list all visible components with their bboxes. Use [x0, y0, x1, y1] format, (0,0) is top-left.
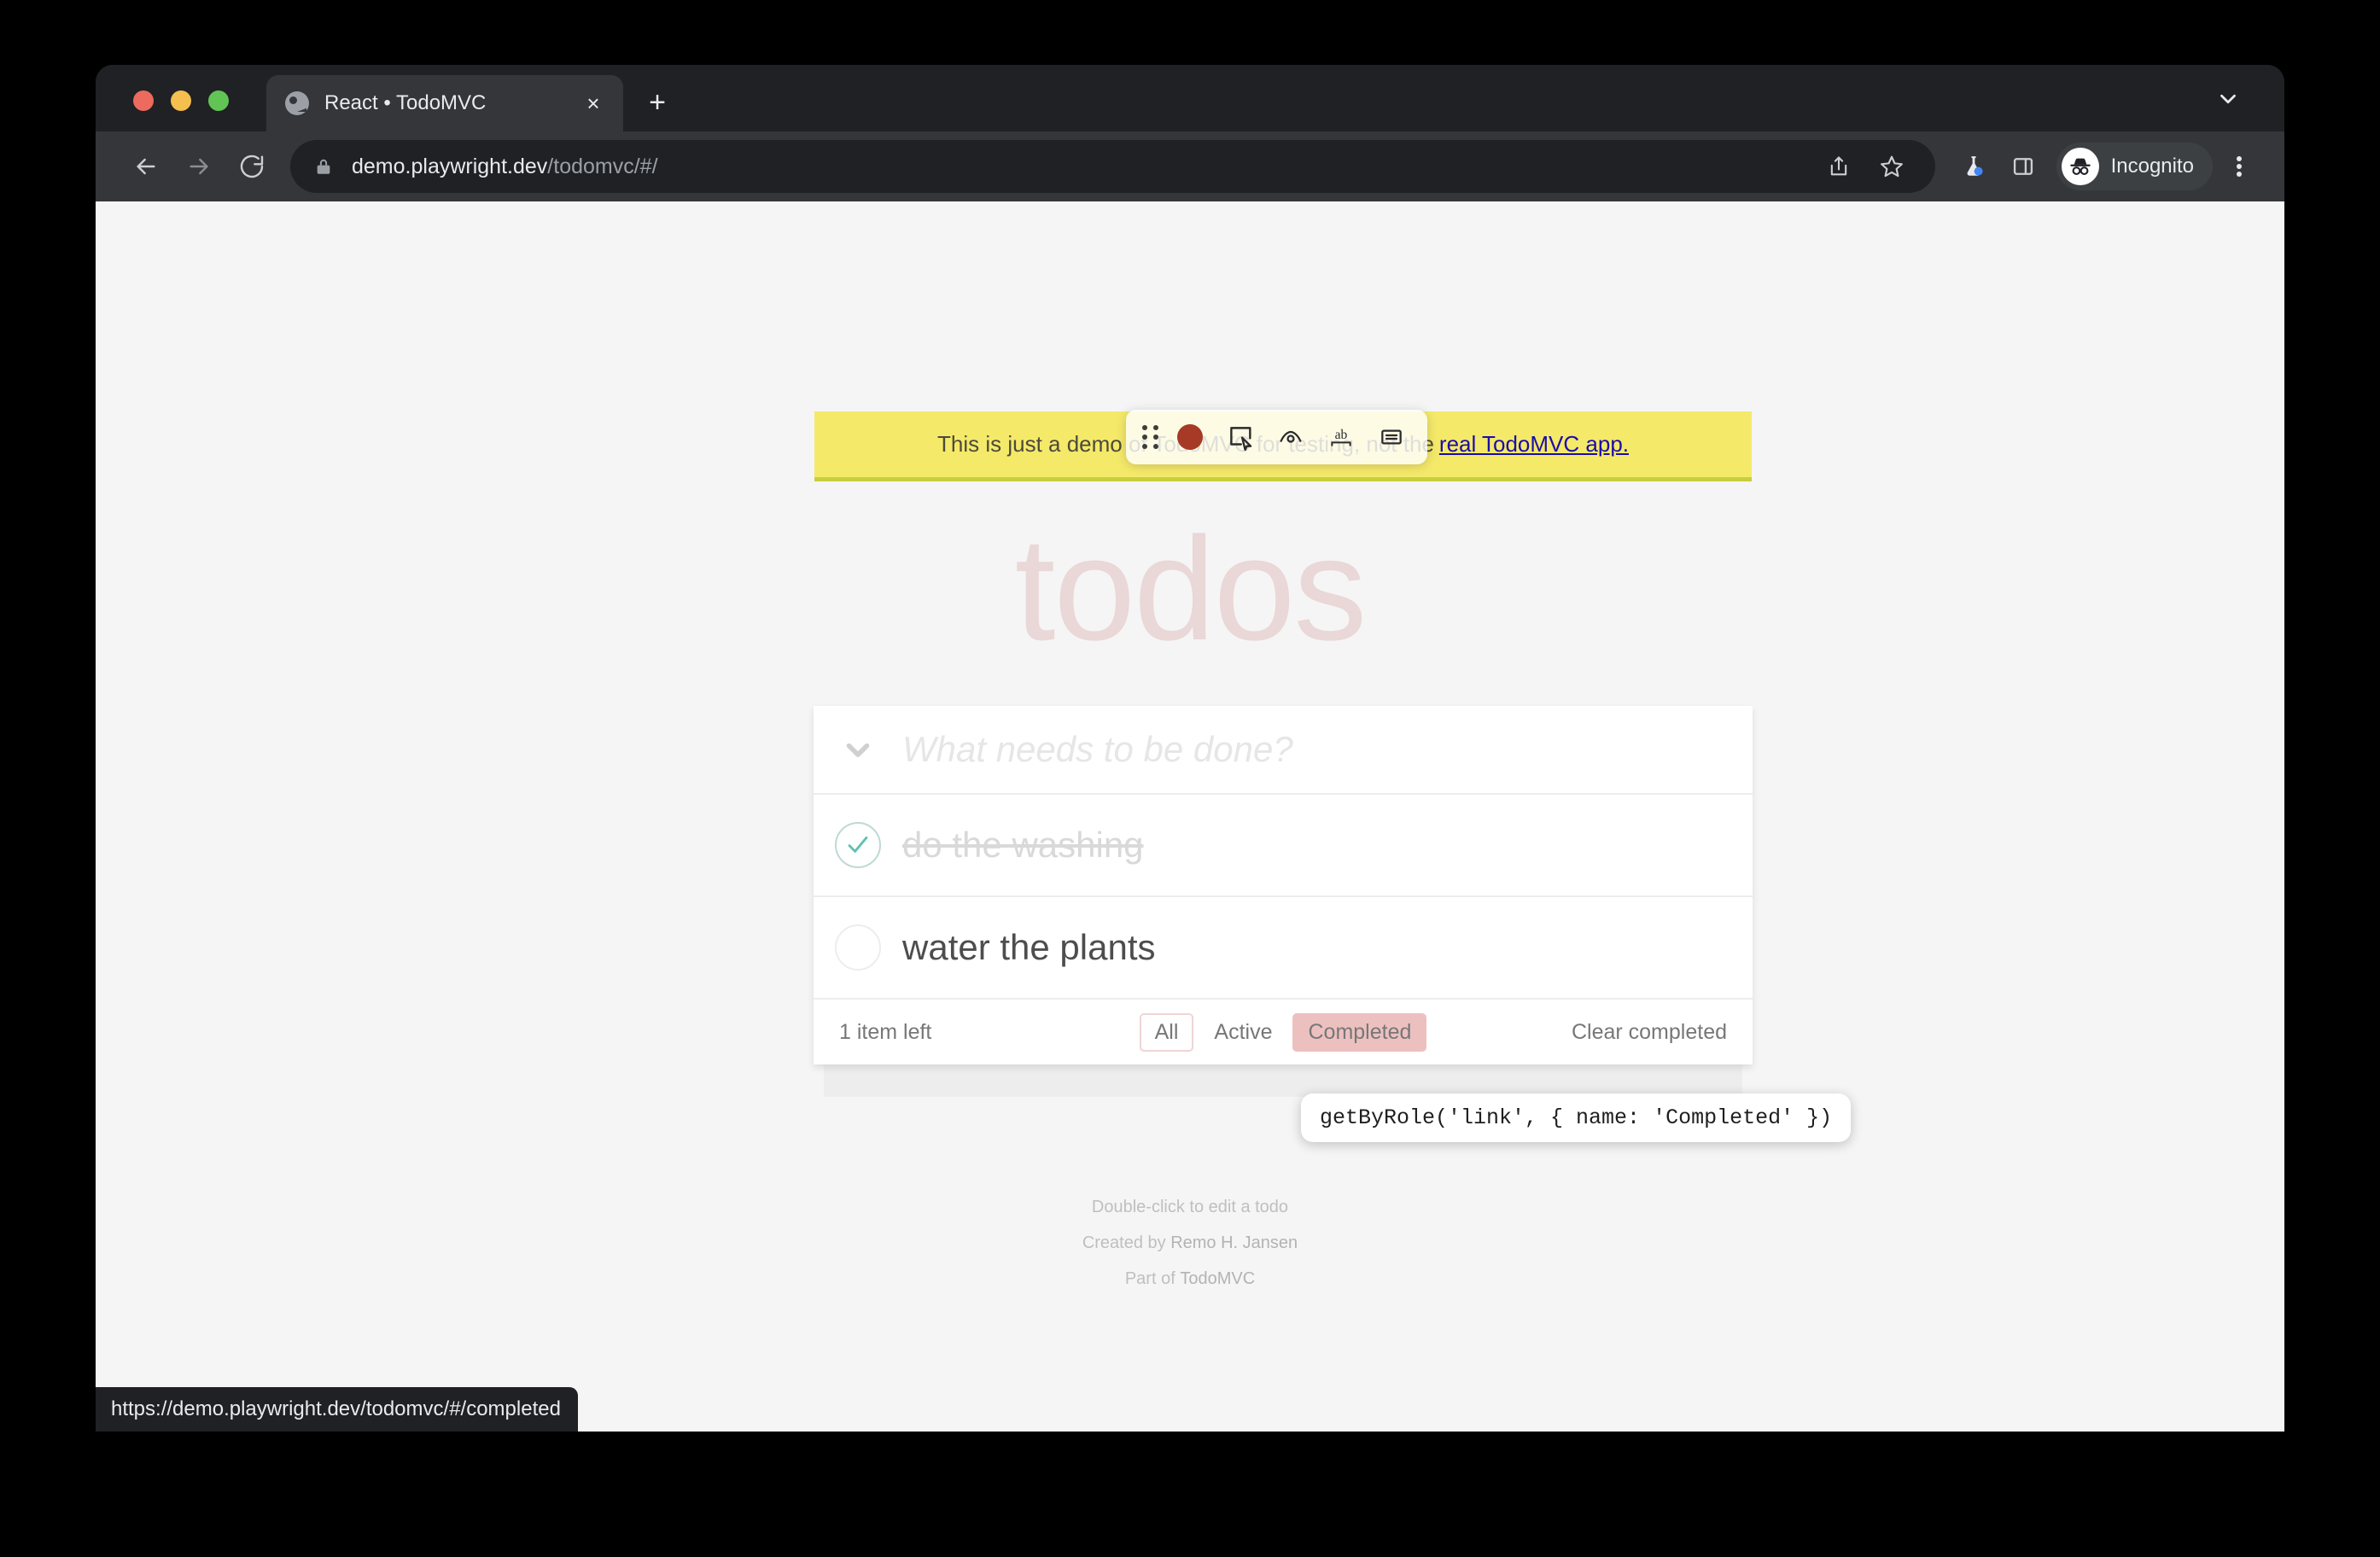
playwright-locator-tooltip: getByRole('link', { name: 'Completed' }) [1301, 1093, 1852, 1142]
playwright-recorder-toolbar: ab [1126, 410, 1427, 464]
browser-window: React • TodoMVC × + demo.playwright.dev/… [96, 65, 2284, 1432]
page-viewport: This is just a demo of TodoMVC for testi… [96, 201, 2284, 1432]
todo-item: do the washing [814, 795, 1753, 897]
eye-icon[interactable] [1269, 415, 1313, 459]
todoapp-card: do the washing water the plants 1 item l… [814, 706, 1753, 1087]
project-name: TodoMVC [1180, 1269, 1256, 1288]
incognito-icon [2061, 148, 2099, 185]
page-title: todos [1014, 507, 1368, 671]
back-icon[interactable] [120, 140, 172, 193]
tab-title: React • TodoMVC [324, 91, 487, 114]
omnibox-actions [1814, 142, 1916, 191]
browser-tab[interactable]: React • TodoMVC × [266, 75, 623, 131]
check-icon [835, 822, 881, 868]
assert-text-icon[interactable]: ab [1320, 415, 1363, 459]
new-todo-input[interactable] [902, 729, 1753, 770]
todo-item: water the plants [814, 897, 1753, 1000]
author-name: Remo H. Jansen [1170, 1233, 1298, 1252]
todo-label[interactable]: water the plants [902, 927, 1173, 968]
clear-completed-button[interactable]: Clear completed [1572, 1020, 1727, 1045]
kebab-menu-icon[interactable] [2220, 142, 2259, 191]
lock-icon [309, 156, 338, 177]
info-line-created-by: Created by Remo H. Jansen [96, 1234, 2284, 1251]
drag-handle-icon[interactable] [1140, 423, 1162, 452]
page-info-footer: Double-click to edit a todo Created by R… [96, 1198, 2284, 1306]
side-panel-icon[interactable] [1998, 142, 2048, 191]
filter-active[interactable]: Active [1199, 1013, 1287, 1052]
star-icon[interactable] [1867, 142, 1916, 191]
url-domain: demo.playwright.dev [352, 154, 548, 178]
forward-icon[interactable] [172, 140, 225, 193]
info-line-edit-hint: Double-click to edit a todo [1091, 1198, 1289, 1216]
profile-label: Incognito [2110, 155, 2194, 178]
todo-toggle-completed[interactable] [814, 794, 902, 896]
todo-toggle-active[interactable] [814, 896, 902, 999]
pick-locator-icon[interactable] [1219, 415, 1263, 459]
maximize-window-button[interactable] [208, 90, 229, 111]
todo-label[interactable]: do the washing [902, 825, 1161, 866]
status-bar-link-preview: https://demo.playwright.dev/todomvc/#/co… [96, 1387, 578, 1432]
new-todo-row [814, 706, 1753, 795]
minimize-window-button[interactable] [171, 90, 191, 111]
svg-text:ab: ab [1335, 428, 1348, 442]
created-by-prefix: Created by [1082, 1233, 1171, 1252]
real-todomvc-link[interactable]: real TodoMVC app. [1439, 431, 1629, 458]
flask-icon[interactable] [1949, 142, 1998, 191]
new-tab-button[interactable]: + [635, 80, 680, 125]
traffic-lights [96, 90, 229, 131]
toggle-all-chevron-down-icon[interactable] [814, 705, 902, 794]
close-window-button[interactable] [133, 90, 154, 111]
profile-button[interactable]: Incognito [2056, 143, 2213, 190]
reload-icon[interactable] [225, 140, 278, 193]
info-line-part-of: Part of TodoMVC [96, 1270, 2284, 1287]
tab-strip: React • TodoMVC × + [96, 65, 2284, 131]
share-icon[interactable] [1814, 142, 1864, 191]
assert-value-icon[interactable] [1370, 415, 1414, 459]
part-of-prefix: Part of [1124, 1269, 1181, 1288]
filter-completed[interactable]: Completed [1292, 1012, 1427, 1052]
url-path: /todomvc/#/ [547, 154, 658, 178]
todo-count: 1 item left [839, 1019, 932, 1044]
address-bar-text: demo.playwright.dev/todomvc/#/ [352, 155, 658, 179]
filter-all[interactable]: All [1139, 1012, 1194, 1052]
record-icon[interactable] [1169, 415, 1212, 459]
todo-footer: 1 item left All Active Completed Clear c… [814, 1000, 1753, 1064]
browser-toolbar: demo.playwright.dev/todomvc/#/ Incognito [96, 131, 2284, 201]
close-icon[interactable]: × [579, 89, 608, 118]
chevron-down-icon[interactable] [2211, 82, 2245, 116]
address-bar[interactable]: demo.playwright.dev/todomvc/#/ [290, 140, 1935, 193]
globe-icon [285, 91, 309, 115]
empty-circle-icon [835, 924, 881, 971]
